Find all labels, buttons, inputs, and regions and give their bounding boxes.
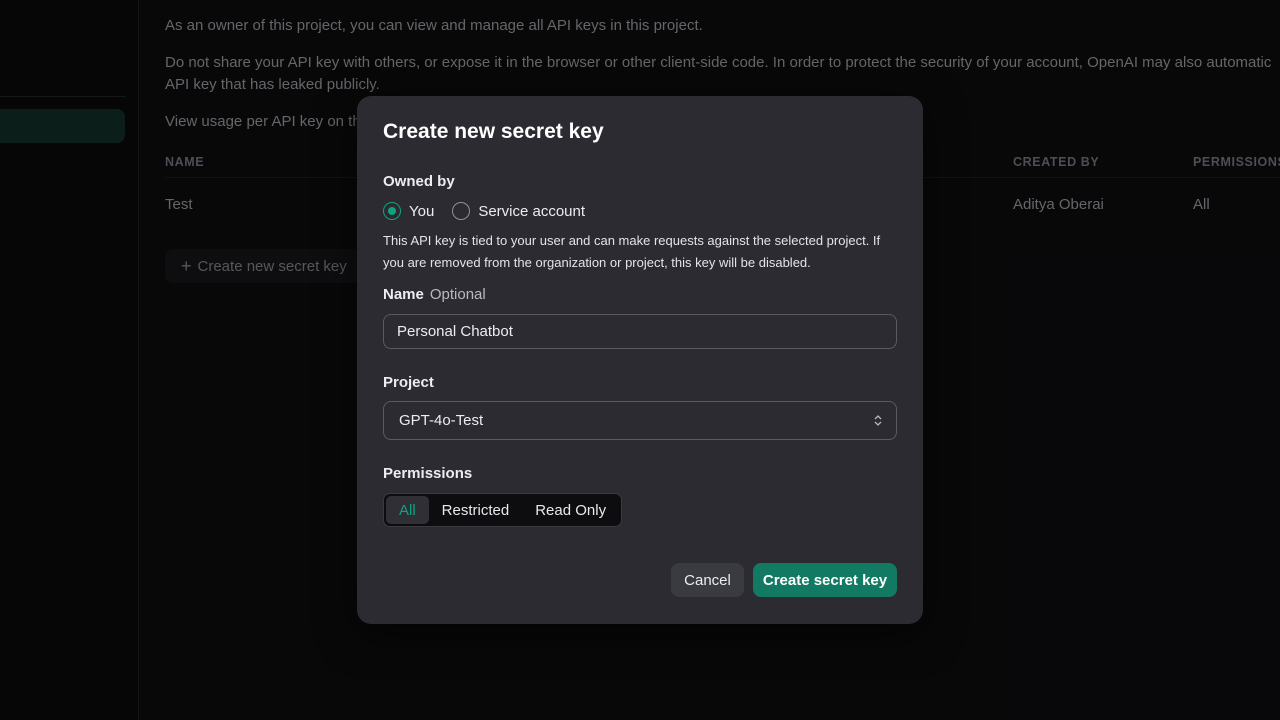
- project-select-value: GPT-4o-Test: [399, 412, 484, 429]
- project-label: Project: [383, 374, 434, 391]
- permissions-segmented-control: All Restricted Read Only: [383, 493, 623, 527]
- radio-unselected-icon: [452, 202, 471, 220]
- permission-option-restricted[interactable]: Restricted: [429, 496, 523, 524]
- radio-label-service-account: Service account: [478, 202, 586, 220]
- radio-label-you: You: [409, 202, 435, 220]
- permissions-label: Permissions: [383, 465, 473, 482]
- permission-option-read-only[interactable]: Read Only: [522, 496, 619, 524]
- radio-owner-service-account[interactable]: Service account: [452, 202, 585, 220]
- project-select[interactable]: GPT-4o-Test: [383, 401, 897, 440]
- chevron-up-down-icon: [874, 415, 882, 426]
- app-window: As an owner of this project, you can vie…: [0, 0, 1280, 720]
- optional-hint: Optional: [429, 286, 486, 303]
- name-label-text: Name: [383, 286, 424, 303]
- owner-help-text: This API key is tied to your user and ca…: [383, 233, 881, 270]
- create-secret-key-dialog: Create new secret key Owned by You Servi…: [357, 96, 923, 624]
- cancel-button[interactable]: Cancel: [671, 563, 744, 597]
- permission-option-all[interactable]: All: [386, 496, 429, 524]
- key-name-input[interactable]: [383, 314, 897, 349]
- owned-by-radio-group: You Service account: [383, 202, 593, 220]
- radio-owner-you[interactable]: You: [383, 202, 434, 220]
- create-secret-key-button[interactable]: Create secret key: [753, 563, 897, 597]
- name-label: Name Optional: [383, 286, 486, 303]
- owned-by-label: Owned by: [383, 173, 455, 190]
- radio-selected-icon: [383, 202, 401, 220]
- dialog-title: Create new secret key: [383, 120, 604, 143]
